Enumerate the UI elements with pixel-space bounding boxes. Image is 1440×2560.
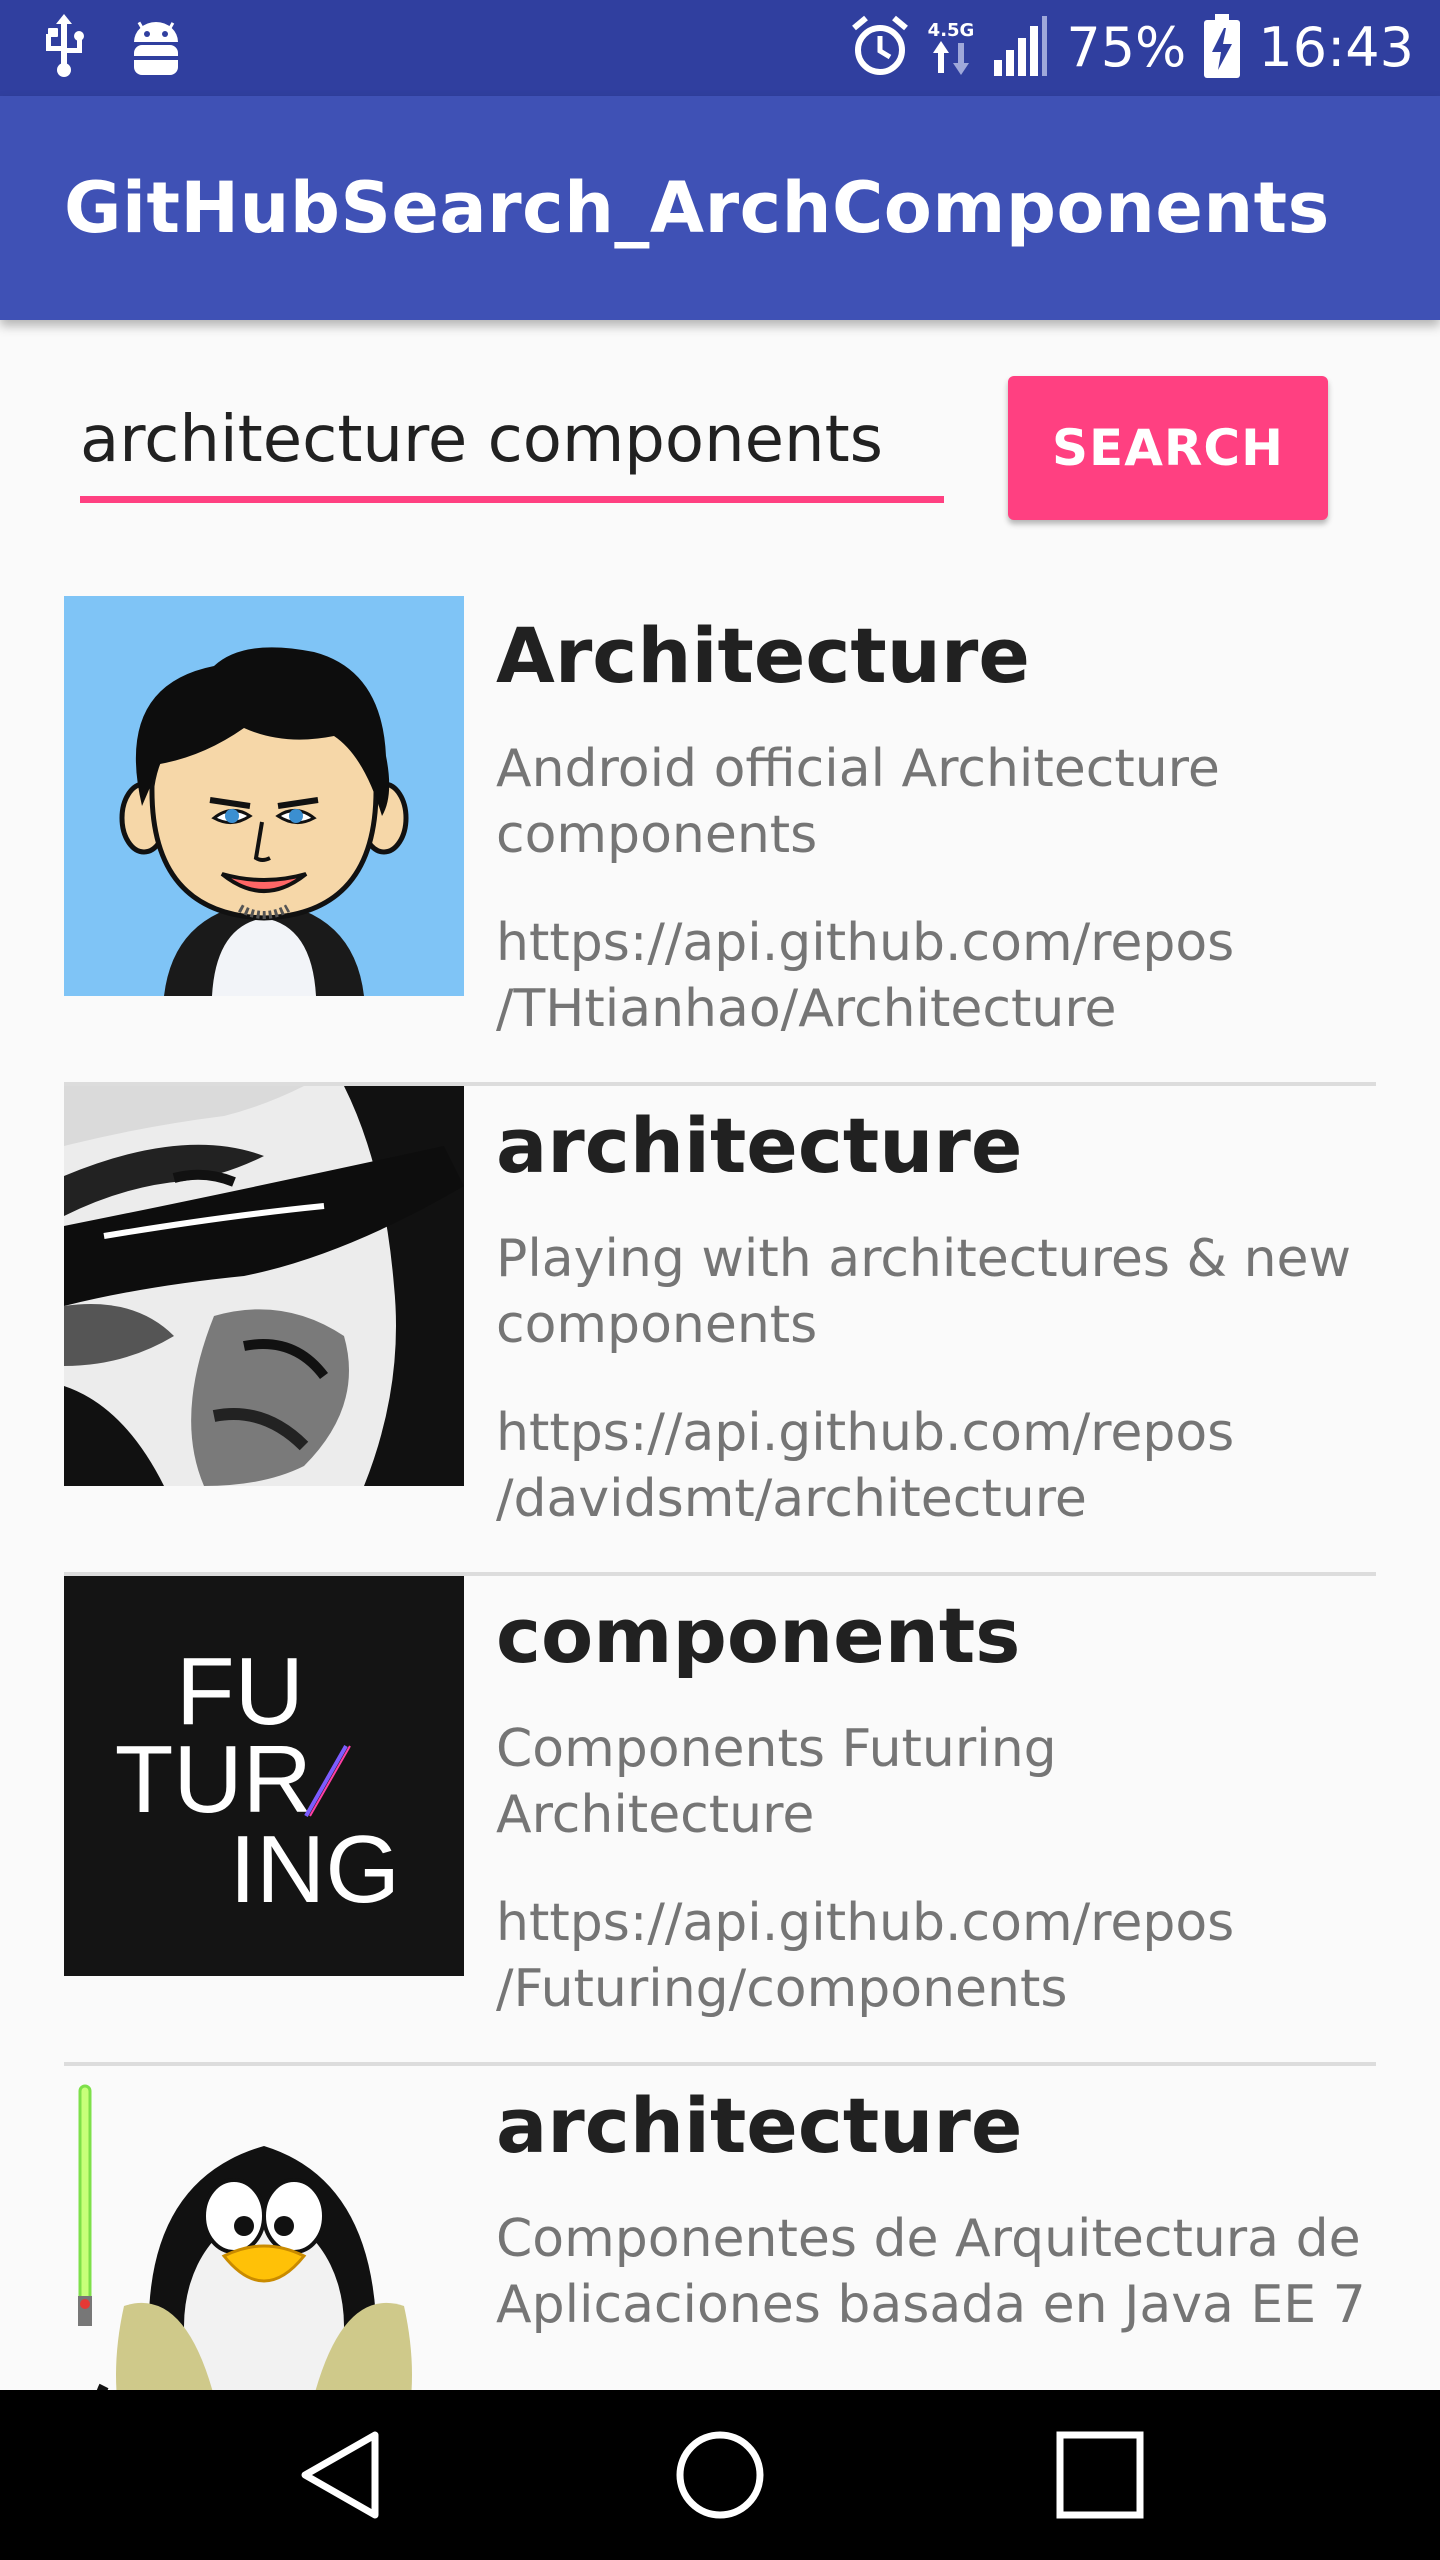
status-bar: 4.5G 75% 16:43	[0, 0, 1440, 96]
repo-owner-avatar	[64, 1086, 464, 1486]
repo-url: https://api.github.com/repos /THtianhao/…	[496, 913, 1235, 1039]
repo-name: architecture	[496, 2081, 1023, 2170]
repo-list[interactable]: Architecture Android official Architectu…	[64, 596, 1376, 2390]
navigation-bar	[0, 2390, 1440, 2560]
home-icon	[676, 2431, 764, 2519]
repo-name: components	[496, 1591, 1021, 1680]
alarm-icon	[850, 14, 910, 82]
recents-icon	[1056, 2431, 1144, 2519]
repo-list-item[interactable]: architecture Playing with architectures …	[64, 1086, 1376, 1576]
app-bar: GitHubSearch_ArchComponents	[0, 96, 1440, 320]
repo-owner-avatar	[64, 596, 464, 996]
network-type-label: 4.5G	[927, 20, 975, 41]
search-field-container	[80, 390, 944, 508]
repo-description: Playing with architectures & new compone…	[496, 1229, 1352, 1355]
back-icon	[301, 2431, 379, 2519]
repo-url: https://api.github.com/repos /davidsmt/a…	[496, 1403, 1235, 1529]
battery-charging-icon	[1204, 14, 1241, 82]
usb-icon	[40, 14, 88, 82]
repo-url: https://api.github.com/repos /Futuring/c…	[496, 1893, 1235, 2019]
repo-list-item[interactable]: FU TUR ING components Components Futurin…	[64, 1576, 1376, 2066]
logo-text-line: ING	[229, 1816, 400, 1923]
repo-owner-avatar	[64, 2066, 464, 2390]
signal-icon	[992, 16, 1048, 80]
network-data-icon: 4.5G	[927, 20, 975, 75]
search-input[interactable]	[80, 390, 944, 490]
repo-name: Architecture	[496, 611, 1030, 700]
app-title: GitHubSearch_ArchComponents	[64, 167, 1330, 249]
repo-list-item[interactable]: architecture Componentes de Arquitectura…	[64, 2066, 1376, 2390]
repo-owner-avatar: FU TUR ING	[64, 1576, 464, 1976]
clock: 16:43	[1258, 16, 1414, 79]
repo-list-item[interactable]: Architecture Android official Architectu…	[64, 596, 1376, 1086]
repo-name: architecture	[496, 1101, 1023, 1190]
android-debug-icon	[128, 14, 184, 82]
search-button[interactable]: SEARCH	[1008, 376, 1328, 520]
search-input-underline	[80, 496, 944, 503]
repo-description: Componentes de Arquitectura de Aplicacio…	[496, 2209, 1366, 2335]
home-button[interactable]	[620, 2390, 820, 2560]
repo-description: Components Futuring Architecture	[496, 1719, 1057, 1845]
back-button[interactable]	[240, 2390, 440, 2560]
repo-description: Android official Architecture components	[496, 739, 1220, 865]
battery-percent: 75%	[1066, 16, 1187, 79]
recents-button[interactable]	[1000, 2390, 1200, 2560]
